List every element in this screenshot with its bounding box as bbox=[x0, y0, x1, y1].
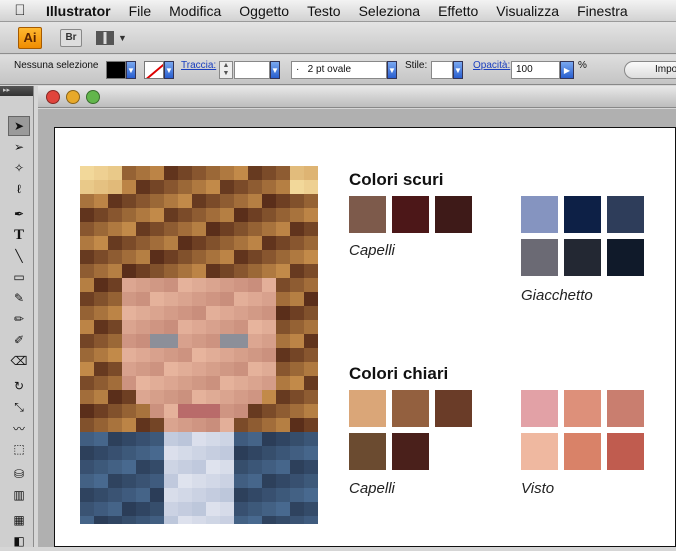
light-hair-swatch-5[interactable] bbox=[392, 433, 429, 470]
jacket-swatch-6[interactable] bbox=[607, 239, 644, 276]
selection-tool-icon[interactable]: ➤ bbox=[8, 116, 30, 136]
graph-tool-icon[interactable]: ▥ bbox=[8, 485, 30, 505]
menu-oggetto[interactable]: Oggetto bbox=[230, 3, 298, 19]
close-window-icon[interactable] bbox=[46, 90, 60, 104]
import-button[interactable]: Impo bbox=[624, 61, 676, 79]
blob-brush-tool-icon[interactable]: ✐ bbox=[8, 330, 30, 350]
menu-visualizza[interactable]: Visualizza bbox=[487, 3, 568, 19]
portrait-pixels bbox=[80, 166, 318, 524]
stroke-weight-input[interactable] bbox=[234, 61, 270, 79]
type-tool-icon[interactable]: T bbox=[8, 225, 30, 245]
artboard[interactable]: Colori scuri Capelli Giacchetto Colori c… bbox=[54, 127, 676, 547]
menu-testo[interactable]: Testo bbox=[298, 3, 349, 19]
brush-dropdown-icon[interactable]: ▼ bbox=[387, 61, 397, 79]
jacket-swatch-2[interactable] bbox=[564, 196, 601, 233]
face-swatch-5[interactable] bbox=[564, 433, 601, 470]
light-hair-swatch-2[interactable] bbox=[392, 390, 429, 427]
brush-dot: · bbox=[296, 64, 308, 75]
apple-icon[interactable]:  bbox=[0, 2, 40, 19]
jacket-swatch-1[interactable] bbox=[521, 196, 558, 233]
illustrator-logo: Ai bbox=[18, 26, 42, 49]
menu-finestra[interactable]: Finestra bbox=[568, 3, 637, 19]
zoom-window-icon[interactable] bbox=[86, 90, 100, 104]
style-swatch[interactable] bbox=[431, 61, 453, 79]
opacity-percent: % bbox=[578, 60, 587, 71]
menu-app[interactable]: Illustrator bbox=[40, 3, 120, 19]
menu-seleziona[interactable]: Seleziona bbox=[350, 3, 430, 19]
direct-selection-tool-icon[interactable]: ➢ bbox=[8, 137, 30, 157]
jacket-caption: Giacchetto bbox=[521, 287, 593, 304]
light-hair-swatch-4[interactable] bbox=[349, 433, 386, 470]
light-colors-title: Colori chiari bbox=[349, 364, 449, 383]
light-hair-swatch-3[interactable] bbox=[435, 390, 472, 427]
dark-hair-swatch-3[interactable] bbox=[435, 196, 472, 233]
scale-tool-icon[interactable]: ⤡ bbox=[8, 397, 30, 417]
minimize-window-icon[interactable] bbox=[66, 90, 80, 104]
jacket-swatch-4[interactable] bbox=[521, 239, 558, 276]
fill-dropdown-icon[interactable]: ▼ bbox=[126, 61, 136, 79]
menu-bar:  Illustrator File Modifica Oggetto Test… bbox=[0, 0, 676, 22]
light-hair-caption: Capelli bbox=[349, 480, 395, 497]
gradient-tool-icon[interactable]: ◧ bbox=[8, 531, 30, 551]
pixelated-portrait[interactable] bbox=[80, 166, 318, 524]
rotate-tool-icon[interactable]: ↻ bbox=[8, 376, 30, 396]
jacket-swatch-5[interactable] bbox=[564, 239, 601, 276]
stroke-color-swatch[interactable] bbox=[144, 61, 164, 79]
lasso-tool-icon[interactable]: ℓ bbox=[8, 179, 30, 199]
menu-effetto[interactable]: Effetto bbox=[429, 3, 487, 19]
opacity-label[interactable]: Opacità: bbox=[473, 60, 510, 71]
pencil-tool-icon[interactable]: ✏ bbox=[8, 309, 30, 329]
dark-hair-swatch-1[interactable] bbox=[349, 196, 386, 233]
magic-wand-tool-icon[interactable]: ✧ bbox=[8, 158, 30, 178]
menu-modifica[interactable]: Modifica bbox=[160, 3, 230, 19]
paintbrush-tool-icon[interactable]: ✎ bbox=[8, 288, 30, 308]
rectangle-tool-icon[interactable]: ▭ bbox=[8, 267, 30, 287]
dark-hair-swatch-2[interactable] bbox=[392, 196, 429, 233]
line-tool-icon[interactable]: ╲ bbox=[8, 246, 30, 266]
face-swatch-2[interactable] bbox=[564, 390, 601, 427]
bridge-button[interactable]: Br bbox=[60, 28, 82, 47]
dark-colors-title: Colori scuri bbox=[349, 170, 444, 189]
fill-color-swatch[interactable] bbox=[106, 61, 126, 79]
opacity-input[interactable]: 100 bbox=[511, 61, 560, 79]
panel-grip[interactable]: ▸▸ bbox=[0, 86, 33, 96]
eraser-tool-icon[interactable]: ⌫ bbox=[8, 351, 30, 371]
mesh-tool-icon[interactable]: ▦ bbox=[8, 510, 30, 530]
style-dropdown-icon[interactable]: ▼ bbox=[453, 61, 463, 79]
face-swatch-3[interactable] bbox=[607, 390, 644, 427]
style-label: Stile: bbox=[405, 60, 428, 71]
face-swatch-4[interactable] bbox=[521, 433, 558, 470]
tools-panel: ▸▸ ➤ ➢ ✧ ℓ ✒ T ╲ ▭ ✎ ✏ ✐ ⌫ ↻ ⤡ 〰 ⬚ ⛁ ▥ ▦… bbox=[0, 86, 34, 548]
chevron-down-icon[interactable]: ▼ bbox=[118, 33, 127, 43]
stroke-dropdown-icon[interactable]: ▼ bbox=[164, 61, 174, 79]
symbol-sprayer-tool-icon[interactable]: ⛁ bbox=[8, 464, 30, 484]
free-transform-tool-icon[interactable]: ⬚ bbox=[8, 439, 30, 459]
jacket-swatch-3[interactable] bbox=[607, 196, 644, 233]
stroke-weight-stepper[interactable]: ▲ ▼ bbox=[219, 61, 233, 79]
application-bar: Ai Br ▼ bbox=[0, 22, 676, 54]
canvas-area[interactable]: Colori scuri Capelli Giacchetto Colori c… bbox=[38, 109, 676, 547]
face-swatch-1[interactable] bbox=[521, 390, 558, 427]
dark-hair-caption: Capelli bbox=[349, 242, 395, 259]
stroke-label[interactable]: Traccia: bbox=[181, 60, 216, 71]
menu-file[interactable]: File bbox=[120, 3, 161, 19]
pen-tool-icon[interactable]: ✒ bbox=[8, 204, 30, 224]
selection-status: Nessuna selezione bbox=[14, 60, 99, 71]
warp-tool-icon[interactable]: 〰 bbox=[8, 418, 30, 438]
arrange-documents-icon[interactable] bbox=[96, 30, 114, 45]
light-hair-swatch-1[interactable] bbox=[349, 390, 386, 427]
brush-value: 2 pt ovale bbox=[307, 64, 352, 75]
control-panel: Nessuna selezione ▼ ▼ Traccia: ▲ ▼ ▼ · 2 … bbox=[0, 55, 676, 85]
brush-definition-select[interactable]: · 2 pt ovale bbox=[291, 61, 387, 79]
stroke-weight-dropdown-icon[interactable]: ▼ bbox=[270, 61, 280, 79]
face-caption: Visto bbox=[521, 480, 555, 497]
document-title-bar bbox=[38, 86, 676, 108]
face-swatch-6[interactable] bbox=[607, 433, 644, 470]
opacity-dropdown-icon[interactable]: ▶ bbox=[560, 61, 574, 79]
